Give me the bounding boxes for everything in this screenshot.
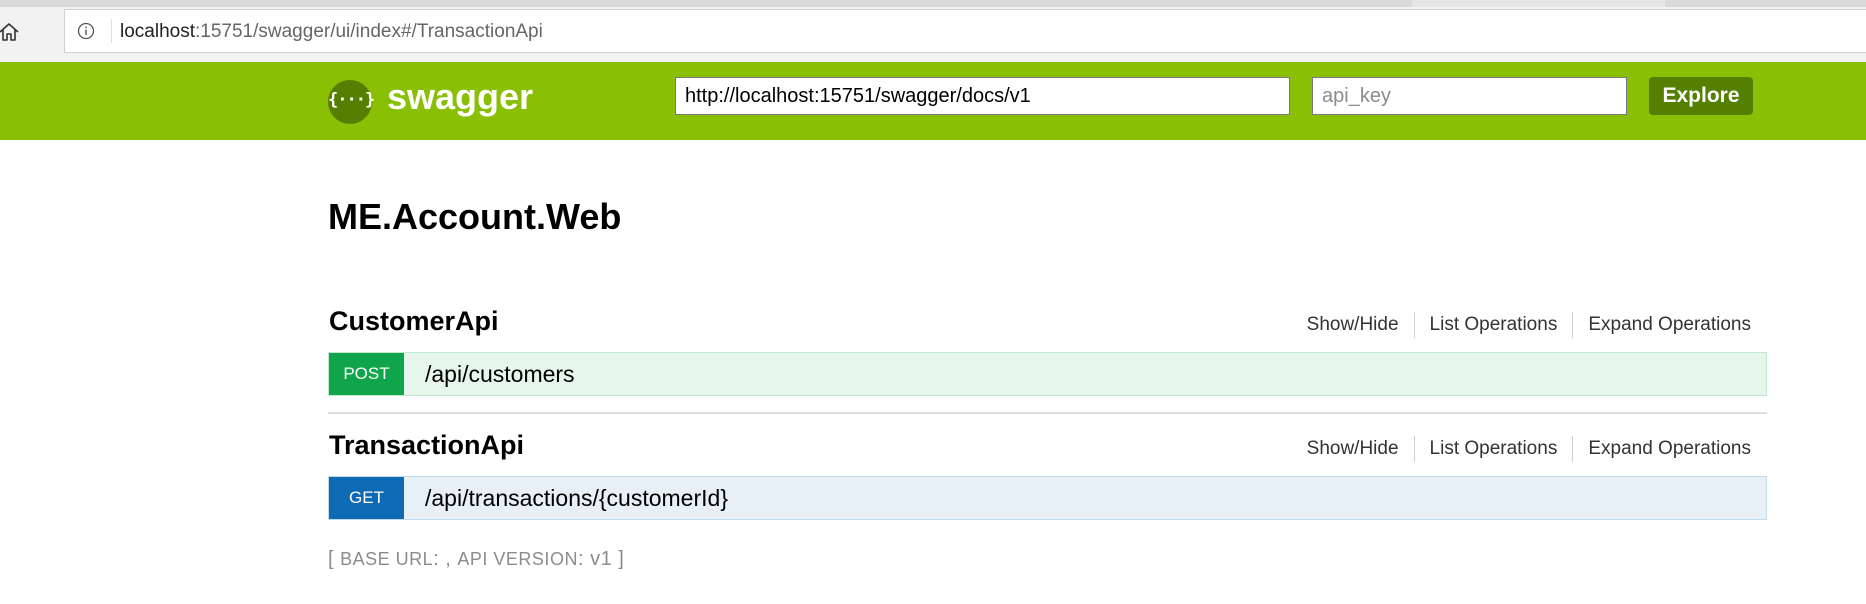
expand-operations-link[interactable]: Expand Operations [1572,436,1751,462]
api-version-label: API VERSION [457,549,578,569]
url-path: :15751/swagger/ui/index#/TransactionApi [195,21,543,42]
api-info-footer: [ BASE URL: , API VERSION: v1 ] [328,548,624,571]
swagger-logo-icon[interactable]: {···} [328,80,375,124]
url-host: localhost [120,21,195,42]
version-separator: : [577,548,591,570]
list-operations-link[interactable]: List Operations [1413,436,1573,462]
show-hide-link[interactable]: Show/Hide [1292,312,1414,338]
info-icon[interactable] [77,22,95,40]
operation-path[interactable]: /api/customers [425,361,575,388]
list-operations-link[interactable]: List Operations [1413,312,1573,338]
operation-path[interactable]: /api/transactions/{customerId} [425,485,728,512]
spec-url-input[interactable] [675,77,1290,115]
resource-links: Show/Hide List Operations Expand Operati… [1292,436,1751,462]
brand-name[interactable]: swagger [387,76,533,118]
bracket-close: ] [612,548,625,570]
operation-get-transactions[interactable]: GET /api/transactions/{customerId} [328,476,1767,520]
logo-glyph: {···} [328,90,375,110]
address-url[interactable]: localhost:15751/swagger/ui/index#/Transa… [120,21,543,43]
resource-name[interactable]: CustomerApi [329,306,499,337]
tab-strip-segment [0,0,1412,7]
expand-operations-link[interactable]: Expand Operations [1572,312,1751,338]
resource-links: Show/Hide List Operations Expand Operati… [1292,312,1751,338]
address-separator [111,19,112,43]
api-version-value: v1 [590,548,613,570]
base-url-label: BASE URL [340,549,434,569]
address-bar[interactable]: localhost:15751/swagger/ui/index#/Transa… [64,9,1866,53]
page-title: ME.Account.Web [328,196,622,237]
explore-button[interactable]: Explore [1649,77,1753,115]
browser-chrome: localhost:15751/swagger/ui/index#/Transa… [0,0,1866,62]
home-icon[interactable] [0,16,24,46]
resource-name[interactable]: TransactionApi [329,430,524,461]
method-badge[interactable]: POST [329,353,404,395]
operation-post-customers[interactable]: POST /api/customers [328,352,1767,396]
show-hide-link[interactable]: Show/Hide [1292,436,1414,462]
method-badge[interactable]: GET [329,477,404,519]
tab-strip [0,0,1866,7]
resource-divider [328,412,1767,414]
swagger-header: {···} swagger Explore [0,62,1866,140]
tab-strip-segment [1665,0,1866,7]
bracket-open: [ [328,548,341,570]
api-key-input[interactable] [1312,77,1627,115]
footer-separator: : , [433,548,458,570]
